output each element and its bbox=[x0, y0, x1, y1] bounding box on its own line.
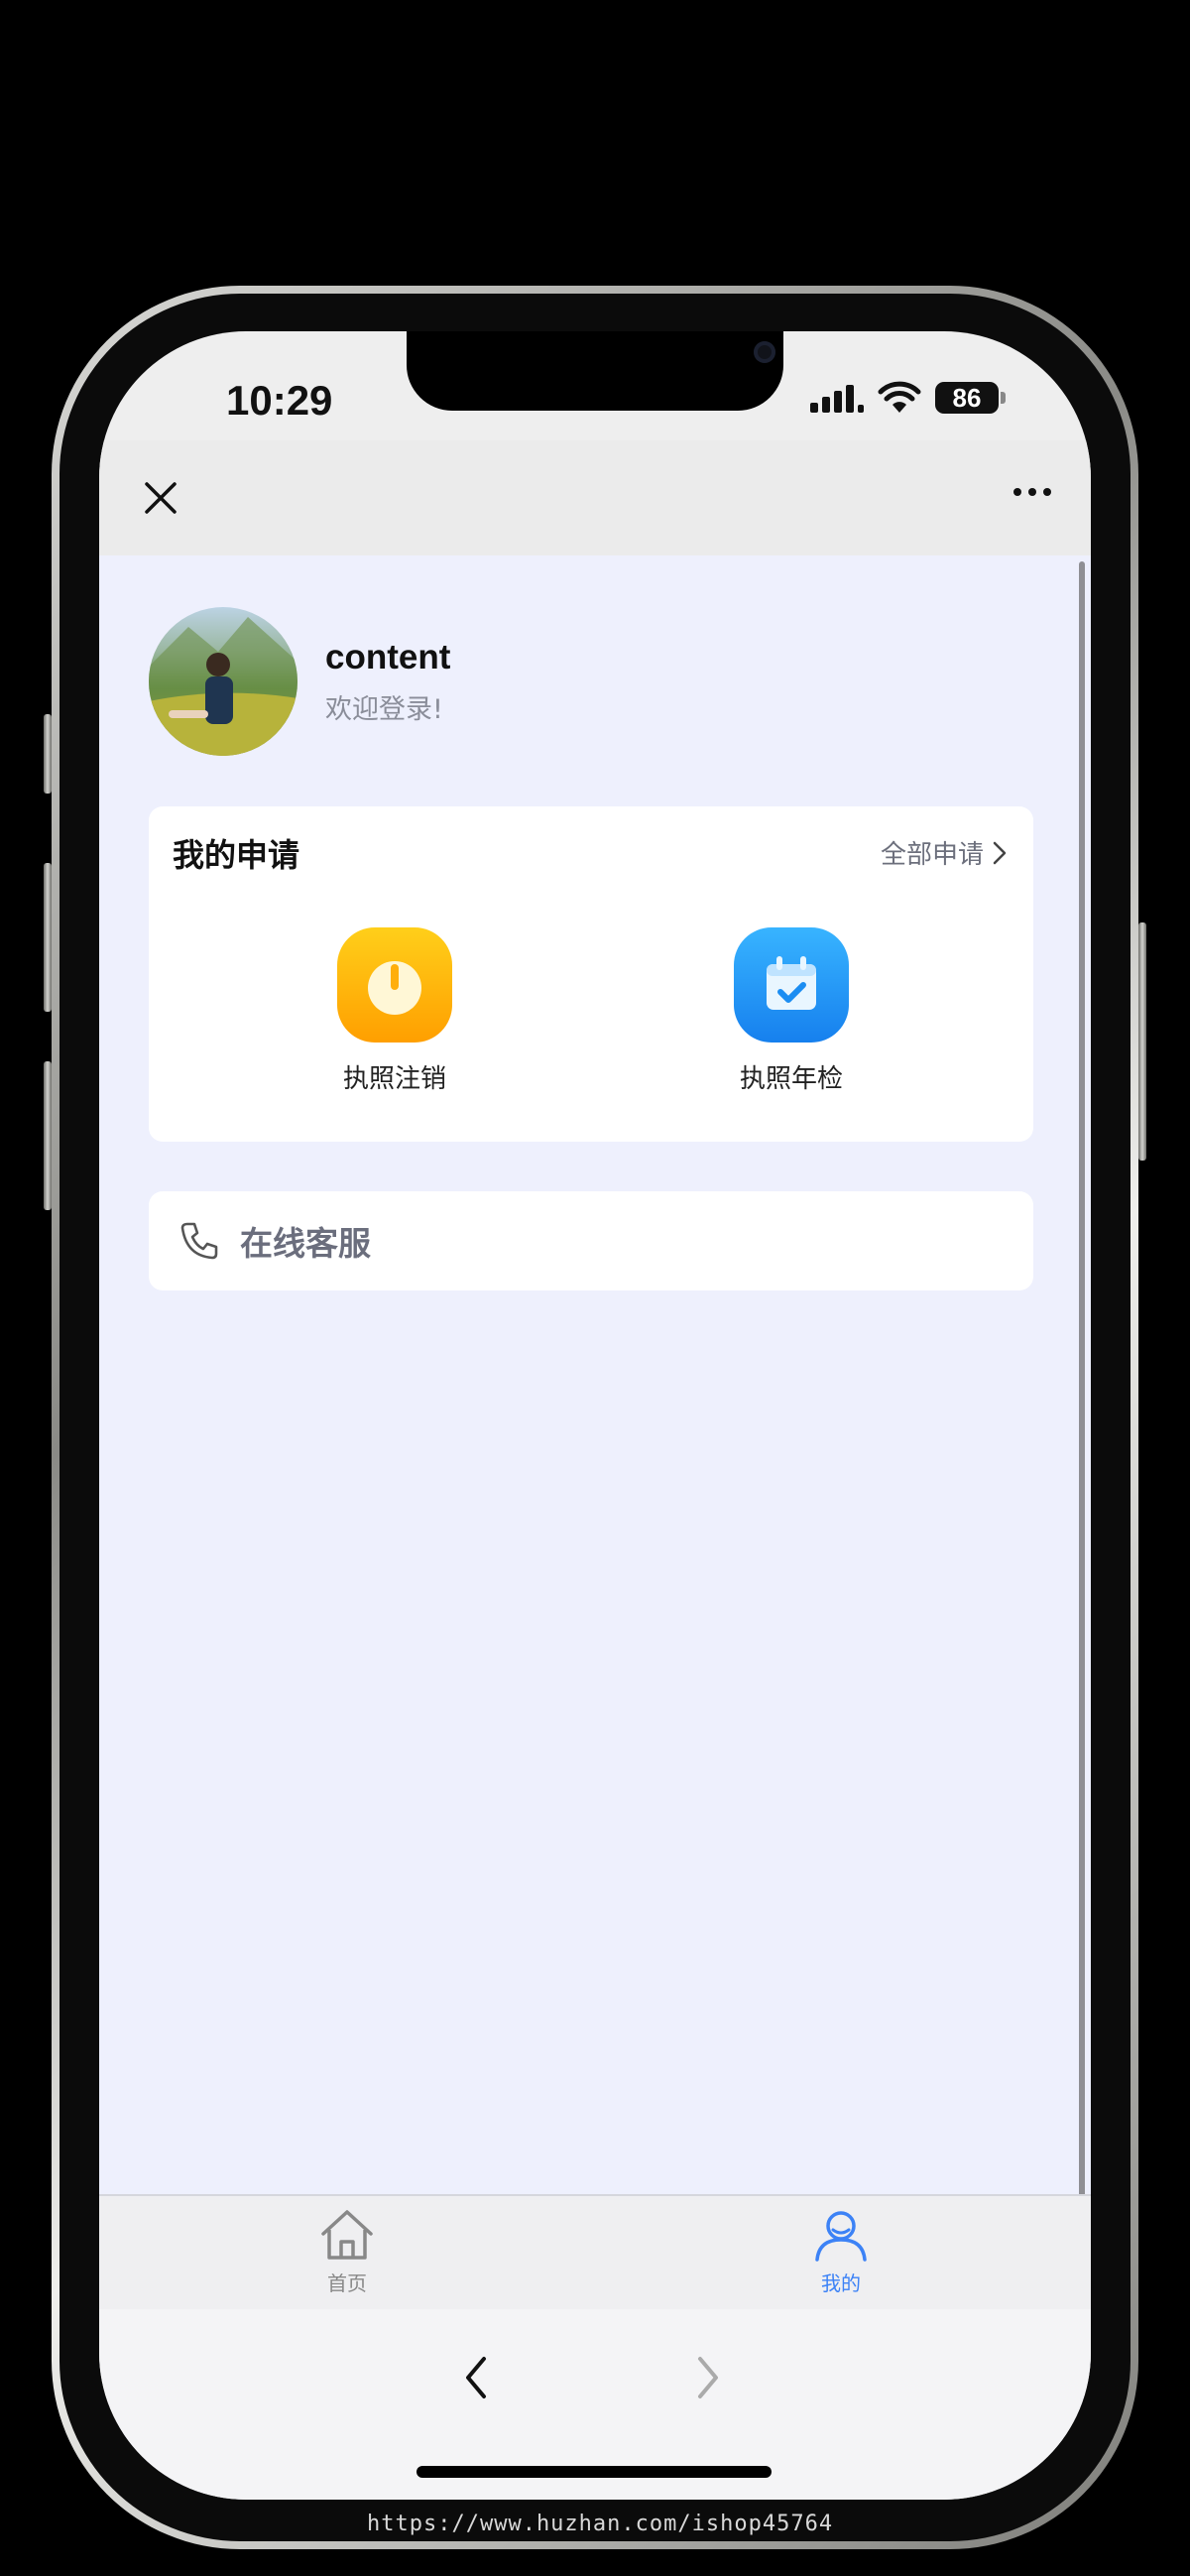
online-service-label: 在线客服 bbox=[240, 1224, 371, 1263]
online-service-row[interactable]: 在线客服 bbox=[178, 1217, 371, 1265]
welcome-text: 欢迎登录! bbox=[325, 693, 443, 725]
miniprogram-header bbox=[99, 440, 1091, 555]
profile-text: content 欢迎登录! bbox=[325, 638, 450, 726]
more-dots-icon[interactable] bbox=[1013, 488, 1051, 496]
cellular-signal-icon bbox=[810, 383, 864, 413]
app-license-annual-check[interactable]: 执照年检 bbox=[682, 927, 900, 1095]
device-stage: 10:29 86 content 欢迎登录! 我的申请 全部申请 执照注销 执照… bbox=[0, 0, 1190, 2576]
all-applications-link[interactable]: 全部申请 bbox=[881, 834, 1008, 871]
profile-header[interactable]: content 欢迎登录! bbox=[149, 607, 450, 756]
volume-up-button bbox=[44, 863, 52, 1012]
username: content bbox=[325, 637, 451, 676]
home-indicator[interactable] bbox=[416, 2466, 772, 2478]
phone-icon bbox=[180, 1222, 218, 1260]
app-label: 执照年检 bbox=[739, 1064, 843, 1094]
notch bbox=[407, 331, 783, 411]
wifi-icon bbox=[878, 381, 921, 413]
online-service-card[interactable]: 在线客服 bbox=[149, 1191, 1033, 1290]
battery-level: 86 bbox=[935, 382, 999, 414]
avatar[interactable] bbox=[149, 607, 298, 756]
tab-mine[interactable]: 我的 bbox=[742, 2206, 940, 2296]
power-button bbox=[1138, 922, 1146, 1161]
chevron-left-icon[interactable] bbox=[462, 2355, 490, 2400]
home-icon bbox=[321, 2210, 373, 2260]
browser-nav-bar bbox=[99, 2309, 1091, 2500]
battery-indicator: 86 bbox=[935, 382, 1006, 414]
front-camera bbox=[754, 341, 775, 363]
chevron-right-icon bbox=[993, 841, 1007, 864]
volume-down-button bbox=[44, 1061, 52, 1210]
tab-home[interactable]: 首页 bbox=[248, 2206, 446, 2296]
app-label: 执照注销 bbox=[342, 1064, 446, 1094]
mute-switch bbox=[44, 714, 52, 794]
power-icon bbox=[337, 927, 452, 1043]
avatar-image bbox=[149, 617, 298, 756]
applications-title: 我的申请 bbox=[173, 836, 300, 874]
status-time: 10:29 bbox=[226, 377, 333, 424]
battery-tip bbox=[1001, 392, 1006, 404]
scrollbar[interactable] bbox=[1079, 561, 1085, 2248]
phone-screen: 10:29 86 content 欢迎登录! 我的申请 全部申请 执照注销 执照… bbox=[99, 331, 1091, 2500]
close-icon[interactable] bbox=[139, 476, 182, 520]
all-applications-label: 全部申请 bbox=[880, 840, 984, 870]
watermark-text: https://www.huzhan.com/ishop45764 bbox=[367, 2512, 834, 2536]
profile-page: content 欢迎登录! 我的申请 全部申请 执照注销 执照年检 在线客服 bbox=[99, 555, 1091, 2248]
app-license-cancel[interactable]: 执照注销 bbox=[286, 927, 504, 1095]
applications-card: 我的申请 全部申请 执照注销 执照年检 bbox=[149, 806, 1033, 1142]
tab-bar: 首页 我的 bbox=[99, 2194, 1091, 2311]
tab-mine-label: 我的 bbox=[821, 2271, 861, 2295]
chevron-right-icon[interactable] bbox=[694, 2355, 722, 2400]
tab-home-label: 首页 bbox=[327, 2271, 367, 2295]
user-icon bbox=[815, 2211, 867, 2262]
status-icons: 86 bbox=[810, 381, 1006, 415]
calendar-check-icon bbox=[734, 927, 849, 1043]
